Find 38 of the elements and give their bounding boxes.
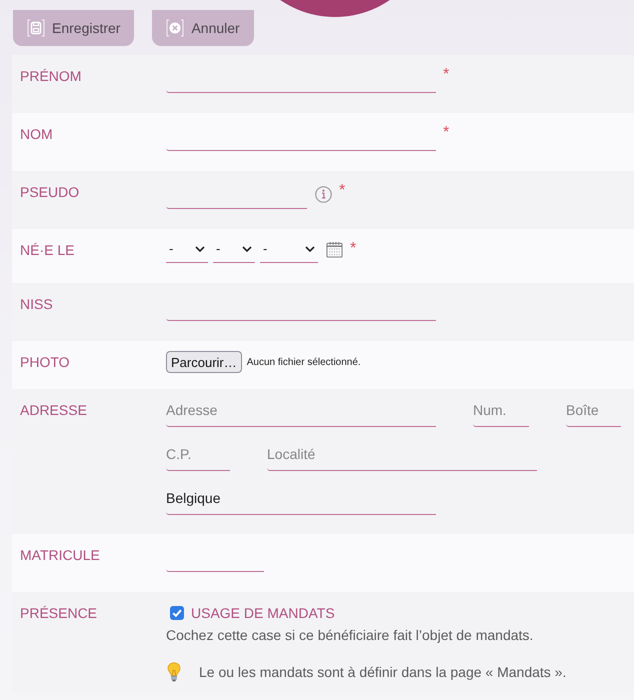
chevron-down-icon bbox=[242, 246, 252, 252]
lightbulb-icon bbox=[167, 662, 181, 682]
save-icon bbox=[27, 19, 45, 37]
info-icon[interactable] bbox=[315, 186, 332, 203]
checkbox[interactable] bbox=[170, 606, 184, 620]
number-input[interactable]: Num. bbox=[473, 399, 529, 427]
browse-button[interactable]: Parcourir… bbox=[166, 351, 242, 373]
year-select[interactable]: - bbox=[260, 239, 318, 263]
field-label: PHOTO bbox=[20, 353, 70, 372]
field-label: NOM bbox=[20, 125, 53, 144]
help-text: Cochez cette case si ce bénéficiaire fait l’objet de mandats. bbox=[166, 626, 534, 645]
calendar-icon[interactable] bbox=[326, 241, 343, 258]
checkbox-label[interactable]: USAGE DE MANDATS bbox=[191, 605, 335, 621]
cancel-button[interactable]: Annuler bbox=[152, 10, 254, 46]
cancel-icon bbox=[166, 19, 184, 37]
field-label: PRÉSENCE bbox=[20, 604, 98, 623]
field-label: ADRESSE bbox=[20, 401, 87, 420]
city-input[interactable]: Localité bbox=[267, 443, 537, 471]
street-input[interactable]: Adresse bbox=[166, 399, 436, 427]
chevron-down-icon bbox=[195, 246, 205, 252]
save-button[interactable]: Enregistrer bbox=[13, 10, 134, 46]
required-mark: * bbox=[443, 123, 450, 143]
chevron-down-icon bbox=[305, 246, 315, 252]
field-label: NÉ·E LE bbox=[20, 241, 74, 260]
required-mark: * bbox=[350, 239, 356, 259]
tip-text: Le ou les mandats sont à définir dans la page « Mandats ». bbox=[199, 663, 566, 682]
field-label: PSEUDO bbox=[20, 183, 80, 202]
day-select[interactable]: - bbox=[166, 239, 208, 263]
required-mark: * bbox=[443, 65, 450, 85]
field-label: MATRICULE bbox=[20, 546, 100, 565]
file-status: Aucun fichier sélectionné. bbox=[246, 356, 361, 368]
field-label: NISS bbox=[20, 295, 53, 314]
field-label: PRÉNOM bbox=[20, 67, 82, 86]
box-input[interactable]: Boîte bbox=[566, 399, 621, 427]
country-input[interactable]: Belgique bbox=[166, 487, 436, 515]
postcode-input[interactable]: C.P. bbox=[166, 443, 230, 471]
required-mark: * bbox=[339, 181, 346, 201]
month-select[interactable]: - bbox=[213, 239, 255, 263]
